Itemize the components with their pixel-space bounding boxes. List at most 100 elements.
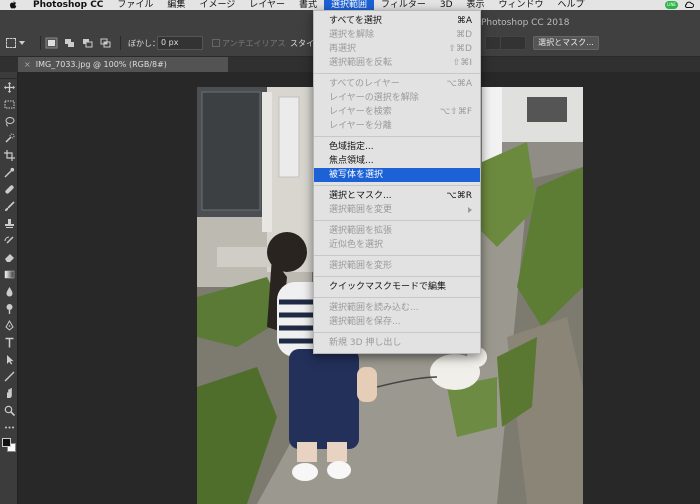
tools-panel (0, 72, 18, 504)
menu-layer[interactable]: レイヤー (242, 0, 292, 10)
menu-item-label: 色域指定... (329, 142, 374, 152)
eraser-tool-icon[interactable] (0, 249, 18, 266)
feather-label: ぼかし： (128, 39, 160, 48)
menu-edit[interactable]: 編集 (160, 0, 192, 10)
select-and-mask-button[interactable]: 選択とマスク... (533, 36, 599, 50)
brush-tool-icon[interactable] (0, 198, 18, 215)
menu-item-label: 選択範囲を変更 (329, 205, 393, 215)
menu-item-select-subject[interactable]: 被写体を選択 (314, 168, 480, 182)
new-selection-icon[interactable] (45, 37, 58, 49)
menu-item-load-selection[interactable]: 選択範囲を読み込む... (314, 301, 480, 315)
height-field[interactable] (500, 36, 526, 50)
menu-item-label: 選択範囲を保存... (329, 317, 401, 327)
feather-input[interactable]: 0 px (157, 36, 203, 50)
gradient-tool-icon[interactable] (0, 266, 18, 283)
menu-help[interactable]: ヘルプ (551, 0, 592, 10)
menu-item-transform-selection[interactable]: 選択範囲を変形 (314, 259, 480, 273)
close-icon[interactable]: × (24, 60, 31, 69)
zoom-tool-icon[interactable] (0, 402, 18, 419)
menu-item-find-layers[interactable]: レイヤーを検索 ⌥⇧⌘F (314, 105, 480, 119)
line-status-icon[interactable]: LINE (665, 1, 678, 9)
intersect-selection-icon[interactable] (99, 37, 112, 49)
menu-item-modify[interactable]: 選択範囲を変更 (314, 203, 480, 217)
dodge-tool-icon[interactable] (0, 300, 18, 317)
menu-item-new-3d-extrusion[interactable]: 新規 3D 押し出し (314, 336, 480, 350)
menu-select[interactable]: 選択範囲 (324, 0, 375, 10)
menu-item-select-all[interactable]: すべてを選択 ⌘A (314, 14, 480, 28)
menu-item-quick-mask[interactable]: クイックマスクモードで編集 (314, 280, 480, 294)
document-title: IMG_7033.jpg @ 100% (RGB/8#) (35, 60, 167, 69)
menu-item-grow[interactable]: 選択範囲を拡張 (314, 224, 480, 238)
menu-view[interactable]: 表示 (460, 0, 492, 10)
antialias-checkbox[interactable] (212, 39, 220, 47)
menu-image[interactable]: イメージ (192, 0, 242, 10)
menu-item-label: レイヤーの選択を解除 (329, 93, 419, 103)
line-tool-icon[interactable] (0, 368, 18, 385)
shortcut-label: ⌥⇧⌘F (439, 107, 472, 117)
menu-item-color-range[interactable]: 色域指定... (314, 140, 480, 154)
menu-item-label: すべてを選択 (329, 16, 382, 26)
menu-app-name[interactable]: Photoshop CC (26, 0, 110, 10)
subtract-selection-icon[interactable] (81, 37, 94, 49)
color-swatches[interactable] (0, 436, 18, 456)
healing-brush-tool-icon[interactable] (0, 181, 18, 198)
blur-tool-icon[interactable] (0, 283, 18, 300)
menu-item-label: 焦点領域... (329, 156, 374, 166)
menu-item-label: 選択範囲を変形 (329, 261, 393, 271)
submenu-arrow-icon (468, 207, 472, 213)
menu-item-select-and-mask[interactable]: 選択とマスク... ⌥⌘R (314, 189, 480, 203)
menu-3d[interactable]: 3D (433, 0, 460, 10)
window-title: Photoshop CC 2018 (481, 18, 570, 28)
menu-file[interactable]: ファイル (110, 0, 160, 10)
path-select-tool-icon[interactable] (0, 351, 18, 368)
more-tools-icon[interactable] (0, 419, 18, 436)
panel-grip[interactable] (0, 72, 18, 79)
stamp-tool-icon[interactable] (0, 215, 18, 232)
tool-preset-picker[interactable] (6, 36, 36, 50)
eyedropper-tool-icon[interactable] (0, 164, 18, 181)
menu-divider (314, 185, 480, 186)
menu-item-similar[interactable]: 近似色を選択 (314, 238, 480, 252)
marquee-tool-icon[interactable] (0, 96, 18, 113)
menu-divider (314, 220, 480, 221)
menu-item-label: 選択を解除 (329, 30, 375, 40)
select-menu-dropdown: すべてを選択 ⌘A 選択を解除 ⌘D 再選択 ⇧⌘D 選択範囲を反転 ⇧⌘I すべてのレ… (313, 10, 481, 354)
menu-item-isolate-layers[interactable]: レイヤーを分離 (314, 119, 480, 133)
menu-item-label: 近似色を選択 (329, 240, 384, 250)
menu-item-focus-area[interactable]: 焦点領域... (314, 154, 480, 168)
menu-item-label: 選択とマスク... (329, 191, 392, 201)
menu-item-deselect-layers[interactable]: レイヤーの選択を解除 (314, 91, 480, 105)
shortcut-label: ⌘A (456, 16, 472, 26)
foreground-color-swatch[interactable] (2, 438, 11, 447)
menu-item-all-layers[interactable]: すべてのレイヤー ⌥⌘A (314, 77, 480, 91)
marquee-icon (6, 38, 16, 48)
menu-filter[interactable]: フィルター (374, 0, 433, 10)
creative-cloud-icon[interactable] (684, 0, 694, 10)
lasso-tool-icon[interactable] (0, 113, 18, 130)
quick-select-tool-icon[interactable] (0, 130, 18, 147)
divider (40, 36, 41, 50)
shortcut-label: ⌥⌘A (446, 79, 472, 89)
menu-type[interactable]: 書式 (292, 0, 324, 10)
history-brush-tool-icon[interactable] (0, 232, 18, 249)
menu-item-deselect[interactable]: 選択を解除 ⌘D (314, 28, 480, 42)
menu-divider (314, 136, 480, 137)
crop-tool-icon[interactable] (0, 147, 18, 164)
document-tab[interactable]: × IMG_7033.jpg @ 100% (RGB/8#) (18, 57, 228, 72)
add-selection-icon[interactable] (63, 37, 76, 49)
menu-item-label: 再選択 (329, 44, 357, 54)
menu-item-inverse[interactable]: 選択範囲を反転 ⇧⌘I (314, 56, 480, 70)
type-tool-icon[interactable] (0, 334, 18, 351)
menu-item-label: 新規 3D 押し出し (329, 338, 402, 348)
menu-divider (314, 332, 480, 333)
chevron-down-icon (19, 41, 25, 45)
shortcut-label: ⇧⌘I (452, 58, 472, 68)
apple-icon[interactable] (8, 0, 18, 10)
hand-tool-icon[interactable] (0, 385, 18, 402)
move-tool-icon[interactable] (0, 79, 18, 96)
menu-window[interactable]: ウィンドウ (492, 0, 551, 10)
menu-item-reselect[interactable]: 再選択 ⇧⌘D (314, 42, 480, 56)
menu-item-label: レイヤーを分離 (329, 121, 392, 131)
pen-tool-icon[interactable] (0, 317, 18, 334)
menu-item-save-selection[interactable]: 選択範囲を保存... (314, 315, 480, 329)
